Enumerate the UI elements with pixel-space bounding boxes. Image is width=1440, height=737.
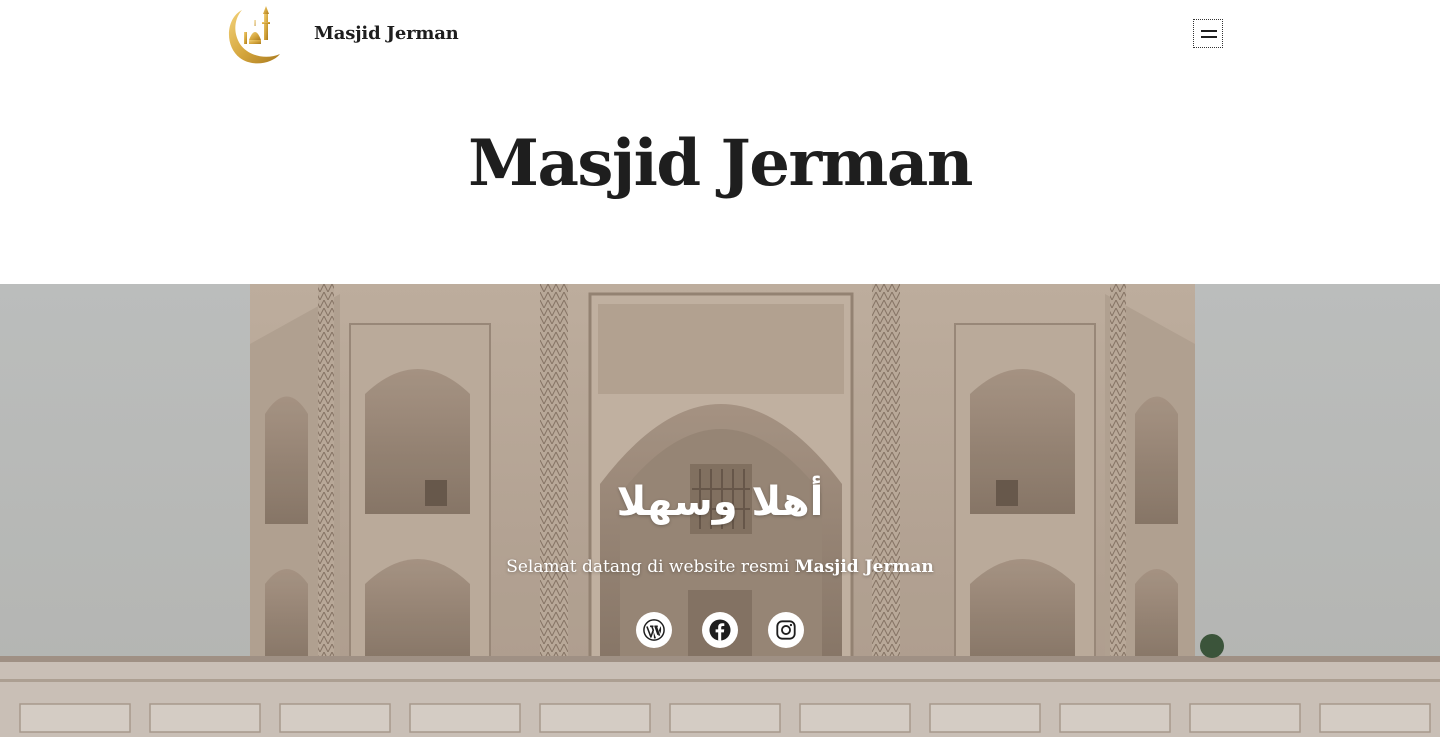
hero-subtitle: Selamat datang di website resmi Masjid J… [0,555,1440,579]
instagram-icon [776,620,796,640]
menu-button[interactable] [1193,19,1223,48]
hero-content: أهلا وسهلا Selamat datang di website res… [0,284,1440,737]
hero-subtitle-text: Selamat datang di website resmi [506,557,795,577]
crescent-mosque-logo-icon [228,6,280,64]
wordpress-link[interactable] [636,612,672,648]
site-name[interactable]: Masjid Jerman [314,22,459,46]
facebook-icon [709,619,731,641]
wordpress-icon [643,619,665,641]
site-header: Masjid Jerman [0,0,1440,70]
page-title: Masjid Jerman [468,126,973,201]
hero-subtitle-emphasis: Masjid Jerman [794,557,934,577]
hero-arabic-heading: أهلا وسهلا [616,479,824,525]
hero-cover: أهلا وسهلا Selamat datang di website res… [0,284,1440,737]
site-logo[interactable] [222,2,282,66]
facebook-link[interactable] [702,612,738,648]
instagram-link[interactable] [768,612,804,648]
social-links [0,612,1440,648]
